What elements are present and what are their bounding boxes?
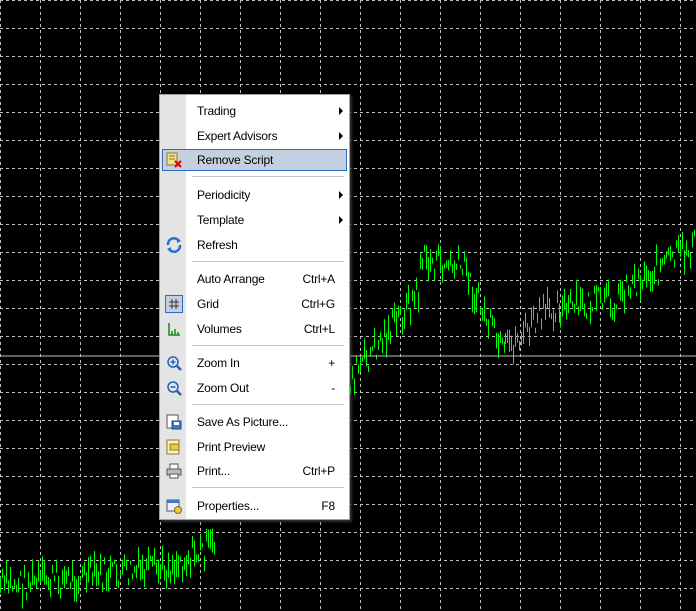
menu-item-zoom-out[interactable]: Zoom Out - xyxy=(162,377,347,399)
menu-separator xyxy=(192,261,344,262)
menu-item-save-as-picture[interactable]: Save As Picture... xyxy=(162,411,347,433)
submenu-arrow-icon xyxy=(339,132,343,140)
zoom-in-icon xyxy=(167,356,182,371)
menu-item-label: Periodicity xyxy=(197,188,251,202)
menu-separator xyxy=(192,345,344,346)
menu-item-label: Print Preview xyxy=(197,440,266,454)
submenu-arrow-icon xyxy=(339,191,343,199)
menu-item-refresh[interactable]: Refresh xyxy=(162,234,347,256)
properties-icon xyxy=(166,499,182,514)
menu-item-label: Save As Picture... xyxy=(197,415,289,429)
menu-item-label: Volumes xyxy=(197,322,242,336)
printer-icon xyxy=(166,463,182,479)
menu-separator xyxy=(192,487,344,488)
menu-item-grid[interactable]: Grid Ctrl+G xyxy=(162,293,347,315)
menu-item-label: Refresh xyxy=(197,238,238,252)
menu-item-remove-script[interactable]: Remove Script xyxy=(162,149,347,171)
grid-icon xyxy=(165,295,183,313)
menu-item-label: Print... xyxy=(197,464,231,478)
menu-item-shortcut: Ctrl+L xyxy=(303,322,335,336)
menu-item-properties[interactable]: Properties... F8 xyxy=(162,495,347,517)
menu-item-label: Trading xyxy=(197,104,236,118)
menu-item-shortcut: F8 xyxy=(321,499,335,513)
refresh-icon xyxy=(166,237,182,253)
menu-item-label: Zoom Out xyxy=(197,381,249,395)
menu-item-shortcut: Ctrl+P xyxy=(302,464,336,478)
menu-item-auto-arrange[interactable]: Auto Arrange Ctrl+A xyxy=(162,268,347,290)
chart-context-menu: Trading Expert Advisors Remove Script Pe… xyxy=(159,94,350,520)
menu-item-zoom-in[interactable]: Zoom In + xyxy=(162,352,347,374)
menu-item-label: Auto Arrange xyxy=(197,272,265,286)
save-picture-icon xyxy=(166,414,182,430)
menu-separator xyxy=(192,176,344,177)
menu-separator xyxy=(192,404,344,405)
menu-item-label: Properties... xyxy=(197,499,260,513)
menu-item-shortcut: - xyxy=(331,381,335,395)
menu-item-template[interactable]: Template xyxy=(162,209,347,231)
remove-script-icon xyxy=(166,152,182,168)
menu-item-shortcut: + xyxy=(328,356,335,370)
zoom-out-icon xyxy=(167,381,182,396)
menu-item-expert-advisors[interactable]: Expert Advisors xyxy=(162,125,347,147)
menu-item-periodicity[interactable]: Periodicity xyxy=(162,184,347,206)
submenu-arrow-icon xyxy=(339,216,343,224)
submenu-arrow-icon xyxy=(339,107,343,115)
menu-item-shortcut: Ctrl+A xyxy=(302,272,336,286)
menu-item-label: Remove Script xyxy=(197,153,274,167)
menu-item-volumes[interactable]: Volumes Ctrl+L xyxy=(162,318,347,340)
menu-item-label: Template xyxy=(197,213,245,227)
menu-item-trading[interactable]: Trading xyxy=(162,100,347,122)
volumes-icon xyxy=(168,323,180,336)
menu-item-print-preview[interactable]: Print Preview xyxy=(162,436,347,458)
menu-item-label: Expert Advisors xyxy=(197,129,278,143)
print-preview-icon xyxy=(166,439,180,455)
menu-item-print[interactable]: Print... Ctrl+P xyxy=(162,460,347,482)
menu-item-shortcut: Ctrl+G xyxy=(301,297,335,311)
menu-item-label: Grid xyxy=(197,297,219,311)
menu-item-label: Zoom In xyxy=(197,356,240,370)
